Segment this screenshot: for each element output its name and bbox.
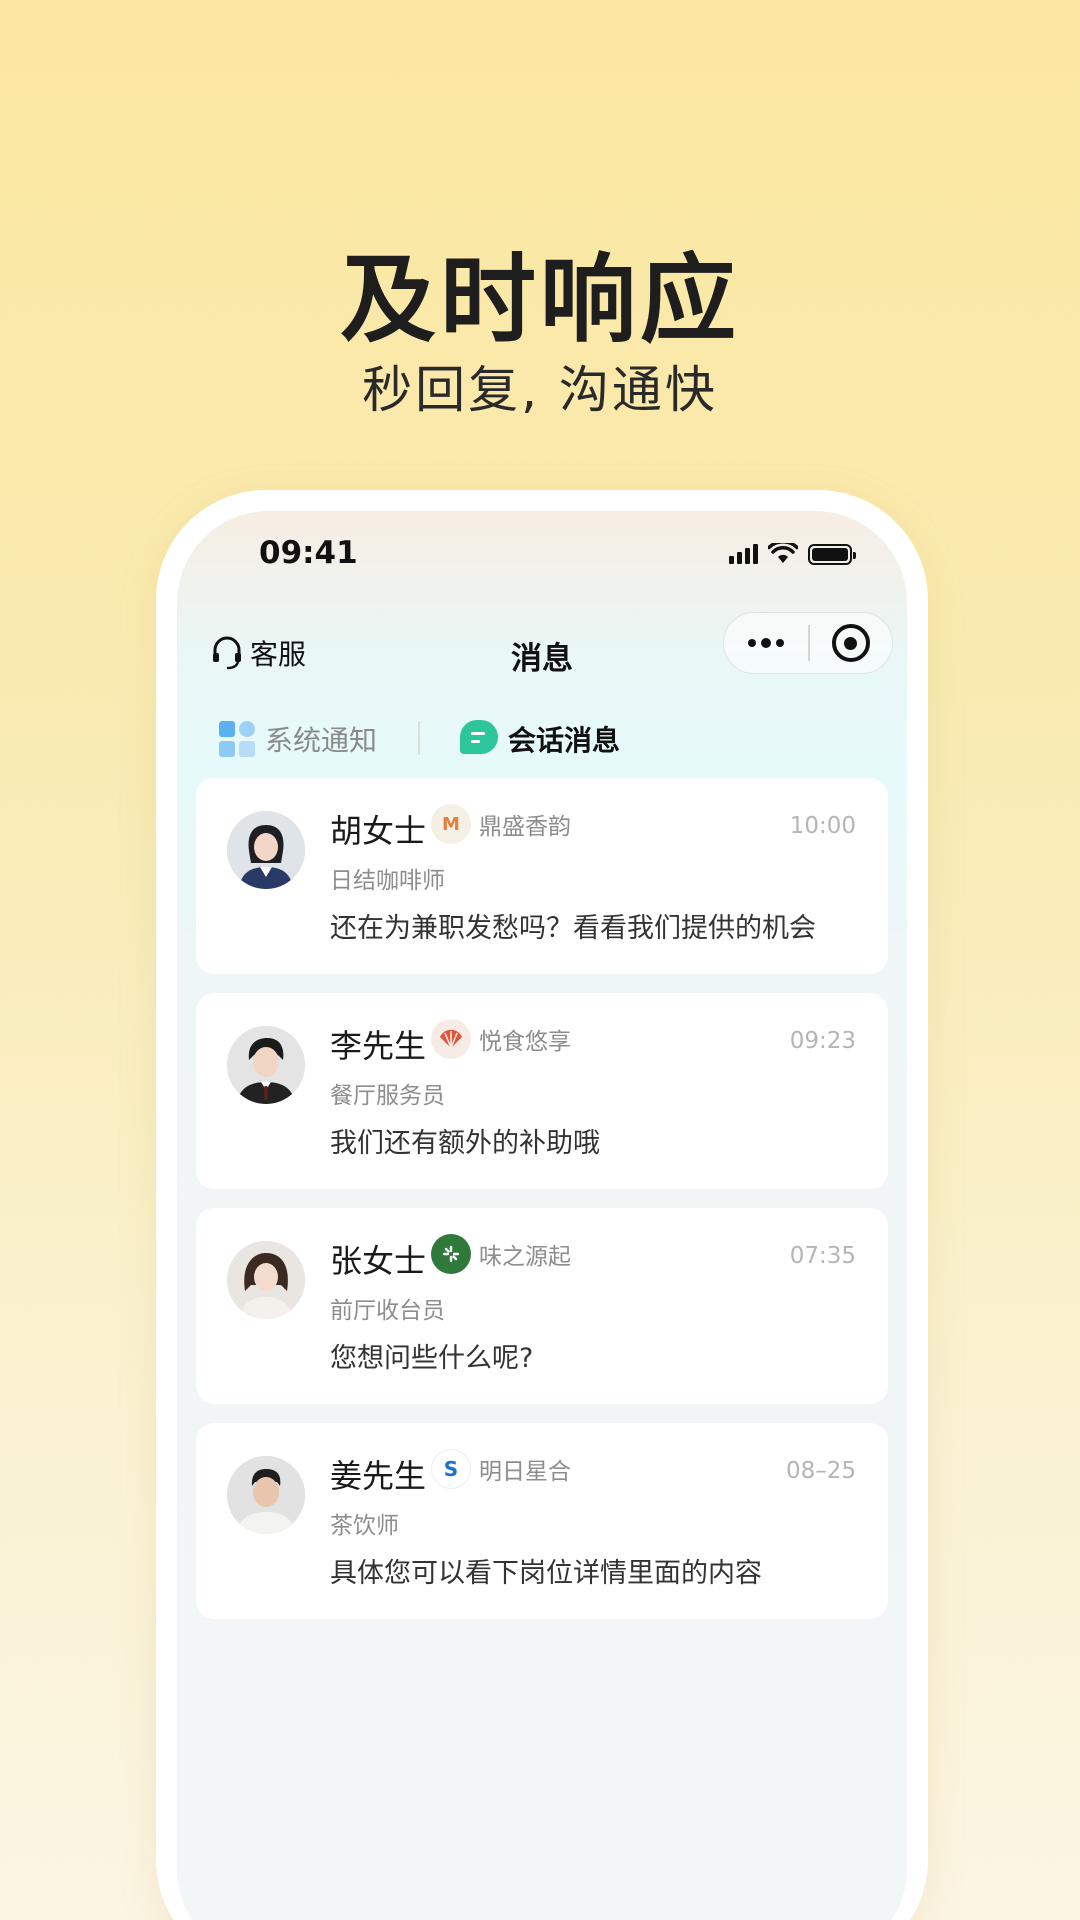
message-time: 09:23 bbox=[789, 1028, 856, 1054]
last-message: 具体您可以看下岗位详情里面的内容 bbox=[330, 1558, 762, 1589]
company-name: 味之源起 bbox=[479, 1244, 571, 1270]
company-badge: 悦食悠享 bbox=[431, 1019, 571, 1059]
navbar: 客服 消息 bbox=[177, 611, 907, 701]
last-message: 还在为兼职发愁吗？看看我们提供的机会 bbox=[330, 913, 816, 944]
conversation-item[interactable]: 李先生 悦食悠享 09:23 餐厅服务员 我们还有额外的补助哦 bbox=[196, 993, 888, 1189]
contact-name: 张女士 bbox=[330, 1242, 427, 1280]
status-bar: 09:41 bbox=[177, 511, 907, 601]
tab-system-notice[interactable]: 系统通知 bbox=[219, 709, 377, 769]
conversation-item[interactable]: 张女士 味之源起 07:35 前厅收台员 您想问些什么呢? bbox=[196, 1208, 888, 1404]
avatar bbox=[227, 1026, 305, 1104]
customer-service-label: 客服 bbox=[250, 638, 307, 671]
conversation-item[interactable]: 胡女士 M 鼎盛香韵 10:00 日结咖啡师 还在为兼职发愁吗？看看我们提供的机… bbox=[196, 778, 888, 974]
signal-icon bbox=[729, 544, 758, 564]
conversation-item[interactable]: 姜先生 S 明日星合 08–25 茶饮师 具体您可以看下岗位详情里面的内容 bbox=[196, 1423, 888, 1619]
status-time: 09:41 bbox=[259, 535, 358, 571]
chat-bubble-icon bbox=[460, 720, 500, 758]
hero-subtitle: 秒回复, 沟通快 bbox=[362, 361, 718, 419]
contact-name: 胡女士 bbox=[330, 812, 427, 850]
brand-logo-icon: M bbox=[431, 804, 471, 844]
company-name: 悦食悠享 bbox=[479, 1029, 571, 1055]
company-name: 鼎盛香韵 bbox=[479, 814, 571, 840]
company-badge: S 明日星合 bbox=[431, 1449, 571, 1489]
customer-service-button[interactable]: 客服 bbox=[210, 633, 306, 673]
brand-logo-icon: S bbox=[431, 1449, 471, 1489]
message-time: 08–25 bbox=[785, 1458, 856, 1484]
avatar bbox=[227, 811, 305, 889]
job-title: 茶饮师 bbox=[330, 1513, 399, 1539]
job-title: 日结咖啡师 bbox=[330, 868, 445, 894]
more-button[interactable] bbox=[724, 613, 808, 673]
company-name: 明日星合 bbox=[479, 1459, 571, 1485]
message-tabs: 系统通知 会话消息 bbox=[177, 709, 907, 769]
close-mini-program-button[interactable] bbox=[810, 624, 893, 662]
avatar bbox=[227, 1241, 305, 1319]
leaf-icon bbox=[431, 1234, 471, 1274]
job-title: 前厅收台员 bbox=[330, 1298, 445, 1324]
contact-name: 李先生 bbox=[330, 1027, 427, 1065]
target-icon bbox=[831, 624, 870, 662]
company-badge: 味之源起 bbox=[431, 1234, 571, 1274]
message-time: 10:00 bbox=[789, 813, 856, 839]
mini-program-capsule bbox=[723, 612, 893, 674]
phone-screen: 09:41 客服 消息 系统通知 会话消息 胡女士 M 鼎盛香韵 10:00 日… bbox=[177, 511, 907, 1920]
last-message: 您想问些什么呢? bbox=[330, 1343, 534, 1374]
message-time: 07:35 bbox=[789, 1243, 856, 1269]
headset-icon bbox=[213, 636, 241, 670]
hero-title: 及时响应 bbox=[340, 244, 740, 356]
tab-label: 会话消息 bbox=[508, 724, 621, 757]
avatar bbox=[227, 1456, 305, 1534]
grid-icon bbox=[219, 721, 257, 757]
last-message: 我们还有额外的补助哦 bbox=[330, 1128, 600, 1159]
tab-conversations[interactable]: 会话消息 bbox=[460, 709, 620, 769]
company-badge: M 鼎盛香韵 bbox=[431, 804, 571, 844]
contact-name: 姜先生 bbox=[330, 1457, 427, 1495]
tab-label: 系统通知 bbox=[265, 724, 378, 757]
wifi-icon bbox=[768, 543, 798, 563]
shell-icon bbox=[431, 1019, 471, 1059]
battery-icon bbox=[808, 543, 856, 565]
job-title: 餐厅服务员 bbox=[330, 1083, 445, 1109]
